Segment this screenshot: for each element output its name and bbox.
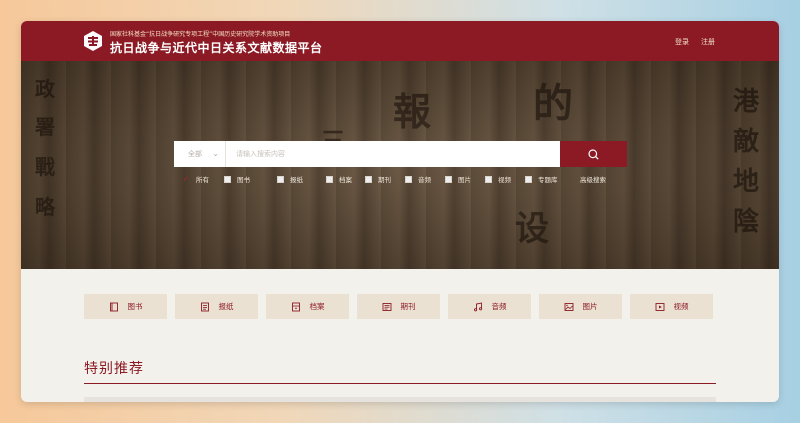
journal-icon (382, 302, 391, 311)
search-button[interactable] (560, 141, 627, 167)
advanced-search-link[interactable]: 高级搜索 (580, 174, 606, 184)
category-newspapers[interactable]: 报纸 (175, 294, 258, 319)
category-videos[interactable]: 视频 (630, 294, 713, 319)
category-journals[interactable]: 期刊 (357, 294, 440, 319)
filter-label: 专题库 (538, 176, 558, 184)
checkbox[interactable] (405, 175, 412, 183)
search-bar: 全部 ⌄ (174, 141, 627, 167)
category-label: 报纸 (218, 302, 234, 311)
category-bar: 图书 报纸 档案 期刊 音频 图片 视频 (84, 294, 716, 320)
checkbox[interactable] (525, 175, 532, 183)
check-icon: ✓ (183, 174, 189, 183)
filter-videos[interactable]: 视频 (485, 174, 511, 184)
category-books[interactable]: 图书 (84, 294, 167, 319)
filter-label: 图片 (458, 176, 471, 184)
filter-audio[interactable]: 音频 (405, 174, 431, 184)
category-label: 图书 (127, 302, 143, 311)
scope-value: 全部 (188, 150, 202, 158)
register-link[interactable]: 注册 (701, 37, 715, 47)
category-label: 期刊 (400, 302, 416, 311)
section-divider (84, 383, 716, 384)
newspaper-icon (200, 302, 209, 311)
search-icon (588, 148, 599, 160)
filter-archives[interactable]: 档案 (326, 174, 352, 184)
category-images[interactable]: 图片 (539, 294, 622, 319)
filter-label: 报纸 (290, 176, 303, 184)
checkbox[interactable] (485, 175, 492, 183)
login-link[interactable]: 登录 (675, 37, 689, 47)
top-header: 国家社科基金“抗日战争研究专项工程”中国历史研究院学术资助项目 抗日战争与近代中… (21, 21, 779, 61)
section-title: 特别推荐 (84, 361, 144, 377)
checkbox[interactable] (326, 175, 333, 183)
archive-icon (291, 302, 300, 311)
filter-books[interactable]: 图书 (224, 174, 250, 184)
filter-journals[interactable]: 期刊 (365, 174, 391, 184)
logo-icon (84, 31, 102, 51)
book-icon (109, 302, 118, 311)
checkbox[interactable] (277, 175, 284, 183)
filter-newspapers[interactable]: 报纸 (277, 174, 303, 184)
filter-label: 档案 (339, 176, 352, 184)
category-audio[interactable]: 音频 (448, 294, 531, 319)
filter-images[interactable]: 图片 (445, 174, 471, 184)
search-input[interactable] (226, 141, 560, 167)
category-label: 视频 (673, 302, 689, 311)
category-label: 音频 (491, 302, 507, 311)
project-subtitle: 国家社科基金“抗日战争研究专项工程”中国历史研究院学术资助项目 (110, 31, 291, 38)
category-label: 档案 (309, 302, 325, 311)
category-archives[interactable]: 档案 (266, 294, 349, 319)
filter-label: 期刊 (378, 176, 391, 184)
site-title[interactable]: 抗日战争与近代中日关系文献数据平台 (110, 39, 323, 56)
music-icon (473, 301, 482, 311)
filter-label: 视频 (498, 176, 511, 184)
filter-label: 音频 (418, 176, 431, 184)
checkbox[interactable] (445, 175, 452, 183)
checkbox[interactable] (365, 175, 372, 183)
recommend-content (84, 397, 716, 402)
app-window: 国家社科基金“抗日战争研究专项工程”中国历史研究院学术资助项目 抗日战争与近代中… (21, 21, 779, 402)
image-icon (564, 302, 573, 311)
video-icon (655, 302, 664, 311)
filter-label: 图书 (237, 176, 250, 184)
scope-select[interactable]: 全部 ⌄ (174, 141, 226, 167)
filter-topics[interactable]: 专题库 (525, 174, 558, 184)
chevron-down-icon: ⌄ (212, 149, 219, 158)
filter-all[interactable]: ✓ 所有 (183, 174, 209, 184)
filter-label: 所有 (196, 176, 209, 184)
checkbox[interactable] (224, 175, 231, 183)
category-label: 图片 (582, 302, 598, 311)
